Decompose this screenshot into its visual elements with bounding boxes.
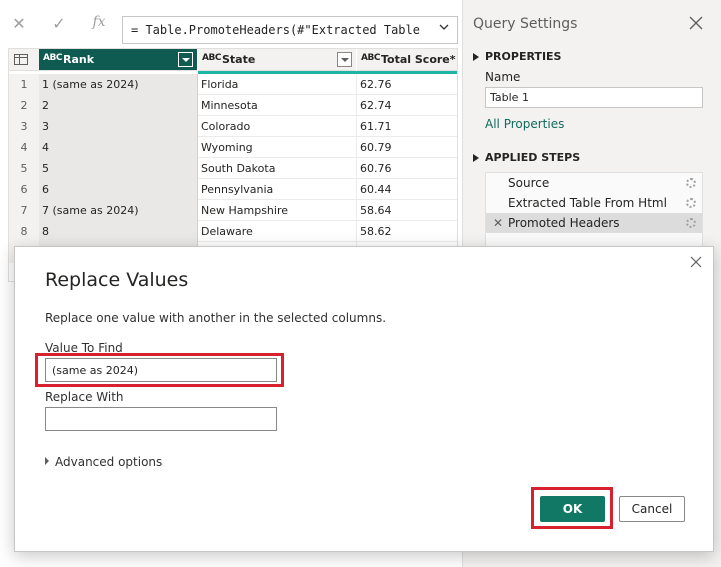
table-row: 5 5 South Dakota 60.76: [9, 158, 457, 179]
rank-cell[interactable]: 8: [39, 221, 198, 242]
name-label: Name: [485, 70, 521, 84]
column-header-state[interactable]: ABC State: [198, 49, 356, 71]
ok-button[interactable]: OK: [540, 496, 605, 522]
table-row: 2 2 Minnesota 62.74: [9, 95, 457, 116]
close-icon[interactable]: [689, 255, 703, 269]
row-number: 2: [9, 95, 39, 116]
state-cell[interactable]: Delaware: [198, 221, 357, 242]
applied-steps-section-header[interactable]: APPLIED STEPS: [473, 151, 580, 164]
advanced-options-toggle[interactable]: Advanced options: [45, 455, 162, 469]
state-cell[interactable]: Colorado: [198, 116, 357, 137]
table-row: 3 3 Colorado 61.71: [9, 116, 457, 137]
rank-cell[interactable]: 1 (same as 2024): [39, 74, 198, 95]
state-cell[interactable]: New Hampshire: [198, 200, 357, 221]
applied-steps-header-label: APPLIED STEPS: [485, 151, 581, 164]
dialog-title: Replace Values: [45, 269, 189, 291]
state-cell[interactable]: Pennsylvania: [198, 179, 357, 200]
column-header-total-score[interactable]: ABC Total Score*: [357, 49, 457, 71]
text-type-icon: ABC: [361, 53, 380, 63]
rank-cell[interactable]: 7 (same as 2024): [39, 200, 198, 221]
table-menu-button[interactable]: [9, 49, 39, 71]
row-number: 6: [9, 179, 39, 200]
step-label: Extracted Table From Html: [508, 196, 667, 210]
state-cell[interactable]: Florida: [198, 74, 357, 95]
table-row: 8 8 Delaware 58.62: [9, 221, 457, 242]
rank-cell[interactable]: 2: [39, 95, 198, 116]
text-type-icon: ABC: [202, 53, 221, 63]
query-settings-title: Query Settings: [473, 16, 578, 32]
step-extracted-table[interactable]: Extracted Table From Html: [486, 193, 702, 213]
fx-icon[interactable]: fx: [90, 14, 108, 33]
score-cell[interactable]: 61.71: [357, 116, 457, 137]
column-header-label: State: [222, 53, 256, 66]
all-properties-link[interactable]: All Properties: [485, 117, 564, 131]
delete-step-icon[interactable]: ✕: [493, 213, 503, 233]
table-row: 6 6 Pennsylvania 60.44: [9, 179, 457, 200]
gear-icon[interactable]: [686, 218, 696, 228]
table-row: 4 4 Wyoming 60.79: [9, 137, 457, 158]
column-header-rank[interactable]: ABC Rank: [39, 49, 197, 71]
formula-text: = Table.PromoteHeaders(#"Extracted Table: [131, 23, 420, 37]
row-number: 3: [9, 116, 39, 137]
row-number: 8: [9, 221, 39, 242]
dialog-description: Replace one value with another in the se…: [45, 311, 387, 325]
state-cell[interactable]: Wyoming: [198, 137, 357, 158]
replace-with-label: Replace With: [45, 390, 124, 404]
rank-cell[interactable]: 5: [39, 158, 198, 179]
score-cell[interactable]: 58.62: [357, 221, 457, 242]
row-number: 7: [9, 200, 39, 221]
table-row: 1 1 (same as 2024) Florida 62.76: [9, 74, 457, 95]
value-to-find-input[interactable]: [45, 358, 277, 382]
cancel-formula-icon[interactable]: ✕: [10, 14, 28, 33]
score-cell[interactable]: 60.44: [357, 179, 457, 200]
score-cell[interactable]: 60.79: [357, 137, 457, 158]
row-number: 1: [9, 74, 39, 95]
applied-steps-list: Source Extracted Table From Html ✕ Promo…: [485, 172, 703, 252]
commit-formula-icon[interactable]: ✓: [50, 14, 68, 33]
cancel-button[interactable]: Cancel: [619, 496, 685, 522]
column-header-label: Rank: [63, 53, 95, 66]
rank-cell[interactable]: 6: [39, 179, 198, 200]
step-label: Promoted Headers: [508, 216, 620, 230]
rank-cell[interactable]: 3: [39, 116, 198, 137]
filter-dropdown-icon[interactable]: [178, 52, 193, 67]
row-number: 5: [9, 158, 39, 179]
formula-input[interactable]: = Table.PromoteHeaders(#"Extracted Table: [122, 16, 458, 44]
replace-with-input[interactable]: [45, 407, 277, 431]
score-cell[interactable]: 62.76: [357, 74, 457, 95]
gear-icon[interactable]: [686, 198, 696, 208]
chevron-down-icon[interactable]: [439, 22, 449, 32]
formula-bar: ✕ ✓ fx = Table.PromoteHeaders(#"Extracte…: [0, 0, 462, 46]
table-row: 7 7 (same as 2024) New Hampshire 58.64: [9, 200, 457, 221]
step-promoted-headers[interactable]: ✕ Promoted Headers: [486, 213, 702, 233]
score-cell[interactable]: 60.76: [357, 158, 457, 179]
score-cell[interactable]: 58.64: [357, 200, 457, 221]
rank-cell[interactable]: 4: [39, 137, 198, 158]
state-cell[interactable]: South Dakota: [198, 158, 357, 179]
state-cell[interactable]: Minnesota: [198, 95, 357, 116]
text-type-icon: ABC: [43, 53, 62, 63]
properties-section-header[interactable]: PROPERTIES: [473, 50, 561, 63]
replace-values-dialog: Replace Values Replace one value with an…: [14, 246, 714, 552]
step-label: Source: [508, 176, 550, 190]
column-header-label: Total Score*: [381, 53, 456, 66]
table-icon: [14, 54, 28, 65]
row-number: 4: [9, 137, 39, 158]
gear-icon[interactable]: [686, 178, 696, 188]
query-name-input[interactable]: Table 1: [485, 87, 703, 108]
score-cell[interactable]: 62.74: [357, 95, 457, 116]
close-icon[interactable]: [689, 16, 703, 30]
properties-header-label: PROPERTIES: [485, 50, 562, 63]
step-source[interactable]: Source: [486, 173, 702, 193]
filter-dropdown-icon[interactable]: [337, 52, 352, 67]
